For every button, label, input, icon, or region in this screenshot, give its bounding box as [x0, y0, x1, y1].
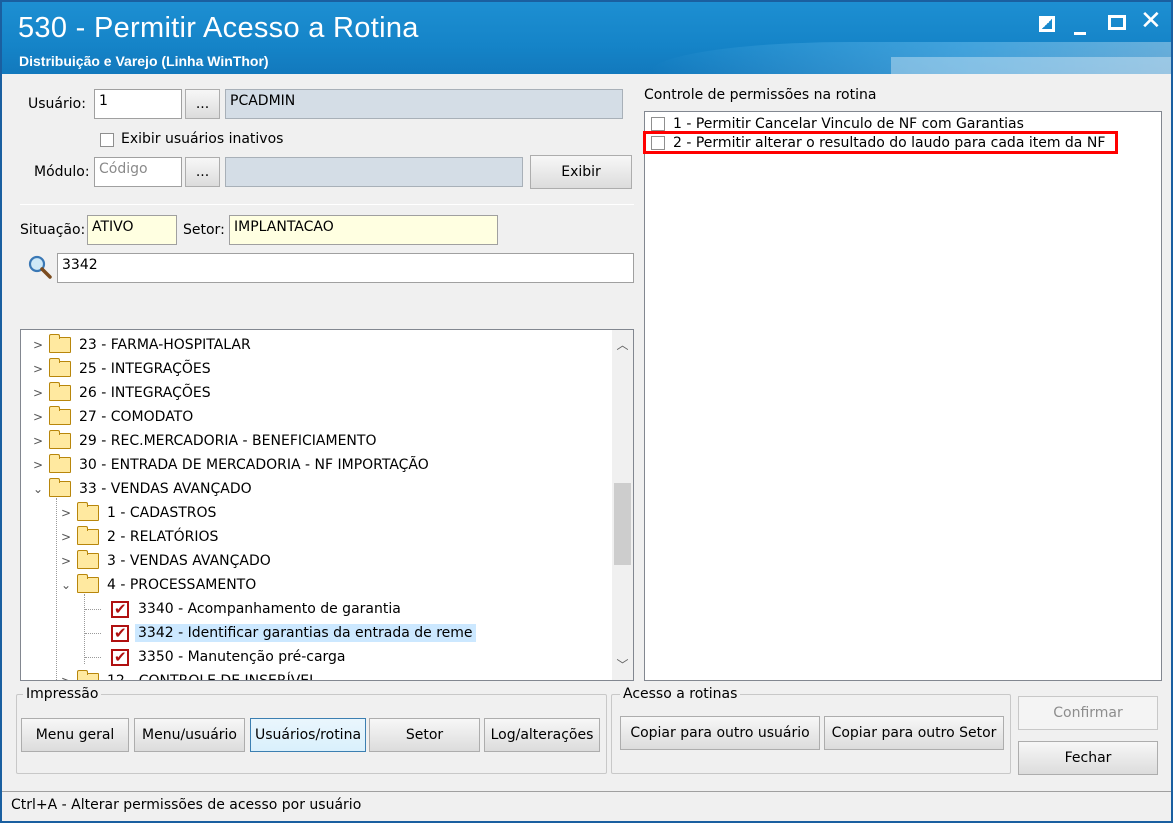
permission-item[interactable]: 1 - Permitir Cancelar Vinculo de NF com … — [651, 116, 1024, 132]
window-title: 530 - Permitir Acesso a Rotina — [18, 12, 419, 44]
highlight-box — [643, 131, 1118, 154]
title-decoration-2 — [891, 57, 1171, 74]
modulo-code-input[interactable]: Código — [94, 157, 182, 187]
maximize-icon[interactable] — [1108, 15, 1126, 30]
folder-icon — [77, 526, 99, 545]
tree-item[interactable]: >2 - RELATÓRIOS — [59, 525, 221, 549]
chevron-right-icon[interactable]: > — [59, 554, 73, 568]
exibir-button[interactable]: Exibir — [530, 155, 632, 189]
modulo-browse-button[interactable]: ... — [185, 157, 220, 187]
restore-icon[interactable] — [1039, 16, 1055, 32]
menu-usuario-button[interactable]: Menu/usuário — [134, 718, 245, 752]
form-separator — [20, 204, 634, 205]
title-bar: 530 - Permitir Acesso a Rotina Distribui… — [2, 2, 1171, 74]
scroll-up-icon[interactable]: ︿ — [612, 336, 633, 353]
setor-label: Setor: — [183, 222, 225, 238]
modulo-label: Módulo: — [34, 164, 90, 180]
usuario-browse-button[interactable]: ... — [185, 89, 220, 119]
folder-icon — [49, 358, 71, 377]
permission-checkbox[interactable] — [651, 117, 665, 131]
tree-item[interactable]: >30 - ENTRADA DE MERCADORIA - NF IMPORTA… — [31, 453, 432, 477]
chevron-right-icon[interactable]: > — [59, 506, 73, 520]
situacao-field: ATIVO — [87, 215, 177, 245]
chevron-right-icon[interactable]: > — [31, 386, 45, 400]
checked-icon[interactable] — [111, 648, 129, 666]
window-subtitle: Distribuição e Varejo (Linha WinThor) — [19, 53, 269, 69]
tree-connector — [84, 594, 85, 664]
folder-icon — [49, 406, 71, 425]
setor-button[interactable]: Setor — [369, 718, 480, 752]
scrollbar-thumb[interactable] — [614, 483, 631, 565]
tree-scrollbar[interactable]: ︿ ﹀ — [612, 330, 633, 680]
routine-tree: >23 - FARMA-HOSPITALAR >25 - INTEGRAÇÕES… — [20, 329, 634, 681]
chevron-right-icon[interactable]: > — [31, 338, 45, 352]
copiar-setor-button[interactable]: Copiar para outro Setor — [824, 716, 1004, 750]
permissions-list: 1 - Permitir Cancelar Vinculo de NF com … — [644, 111, 1162, 681]
app-window: 530 - Permitir Acesso a Rotina Distribui… — [0, 0, 1173, 823]
search-icon — [28, 255, 52, 279]
chevron-right-icon[interactable]: > — [59, 674, 73, 680]
fechar-button[interactable]: Fechar — [1018, 741, 1158, 775]
tree-item-routine[interactable]: 3350 - Manutenção pré-carga — [109, 645, 349, 669]
tree-item-routine-selected[interactable]: 3342 - Identificar garantias da entrada … — [109, 621, 476, 645]
confirmar-button[interactable]: Confirmar — [1018, 696, 1158, 730]
folder-icon — [49, 454, 71, 473]
situacao-label: Situação: — [20, 222, 86, 238]
scroll-down-icon[interactable]: ﹀ — [612, 656, 633, 673]
usuario-name-field: PCADMIN — [225, 89, 623, 119]
checked-icon[interactable] — [111, 600, 129, 618]
modulo-name-field — [225, 157, 523, 187]
folder-icon — [77, 502, 99, 521]
usuario-label: Usuário: — [28, 96, 86, 112]
tree-item[interactable]: ⌄ 4 - PROCESSAMENTO — [59, 573, 259, 597]
folder-icon — [49, 478, 71, 497]
folder-icon — [77, 670, 99, 680]
chevron-right-icon[interactable]: > — [31, 458, 45, 472]
acesso-title: Acesso a rotinas — [620, 686, 741, 702]
folder-icon — [77, 550, 99, 569]
minimize-icon[interactable] — [1074, 32, 1086, 35]
tree-item[interactable]: >29 - REC.MERCADORIA - BENEFICIAMENTO — [31, 429, 379, 453]
usuarios-rotina-button[interactable]: Usuários/rotina — [250, 718, 366, 752]
tree-item[interactable]: >3 - VENDAS AVANÇADO — [59, 549, 274, 573]
chevron-down-icon[interactable]: ⌄ — [59, 578, 73, 592]
tree-item[interactable]: ⌄ 33 - VENDAS AVANÇADO — [31, 477, 255, 501]
folder-icon — [49, 430, 71, 449]
tree-item[interactable]: >1 - CADASTROS — [59, 501, 219, 525]
tree-connector — [85, 633, 101, 634]
chevron-right-icon[interactable]: > — [31, 362, 45, 376]
exibir-inativos-label: Exibir usuários inativos — [121, 131, 284, 147]
status-text: Ctrl+A - Alterar permissões de acesso po… — [11, 797, 362, 813]
tree-item[interactable]: >12 - CONTROLE DE INSERÍVEL — [59, 669, 320, 680]
chevron-right-icon[interactable]: > — [31, 434, 45, 448]
exibir-inativos-checkbox[interactable] — [100, 133, 114, 147]
close-icon[interactable]: ✕ — [1140, 6, 1162, 36]
permissions-title: Controle de permissões na rotina — [644, 87, 877, 103]
tree-connector — [85, 609, 101, 610]
folder-icon — [77, 574, 99, 593]
menu-geral-button[interactable]: Menu geral — [21, 718, 129, 752]
tree-item[interactable]: >23 - FARMA-HOSPITALAR — [31, 333, 254, 357]
checked-icon[interactable] — [111, 624, 129, 642]
chevron-down-icon[interactable]: ⌄ — [31, 482, 45, 496]
folder-icon — [49, 334, 71, 353]
log-alteracoes-button[interactable]: Log/alterações — [484, 718, 600, 752]
search-input[interactable]: 3342 — [57, 253, 634, 283]
usuario-code-input[interactable]: 1 — [94, 89, 182, 119]
impressao-title: Impressão — [23, 686, 102, 702]
copiar-usuario-button[interactable]: Copiar para outro usuário — [620, 716, 820, 750]
folder-icon — [49, 382, 71, 401]
tree-connector — [56, 498, 57, 680]
chevron-right-icon[interactable]: > — [31, 410, 45, 424]
status-bar: Ctrl+A - Alterar permissões de acesso po… — [2, 791, 1171, 821]
chevron-right-icon[interactable]: > — [59, 530, 73, 544]
setor-field: IMPLANTACAO — [229, 215, 498, 245]
tree-item[interactable]: >25 - INTEGRAÇÕES — [31, 357, 214, 381]
tree-item[interactable]: >26 - INTEGRAÇÕES — [31, 381, 214, 405]
tree-item[interactable]: >27 - COMODATO — [31, 405, 196, 429]
tree-connector — [85, 657, 101, 658]
tree-item-routine[interactable]: 3340 - Acompanhamento de garantia — [109, 597, 404, 621]
